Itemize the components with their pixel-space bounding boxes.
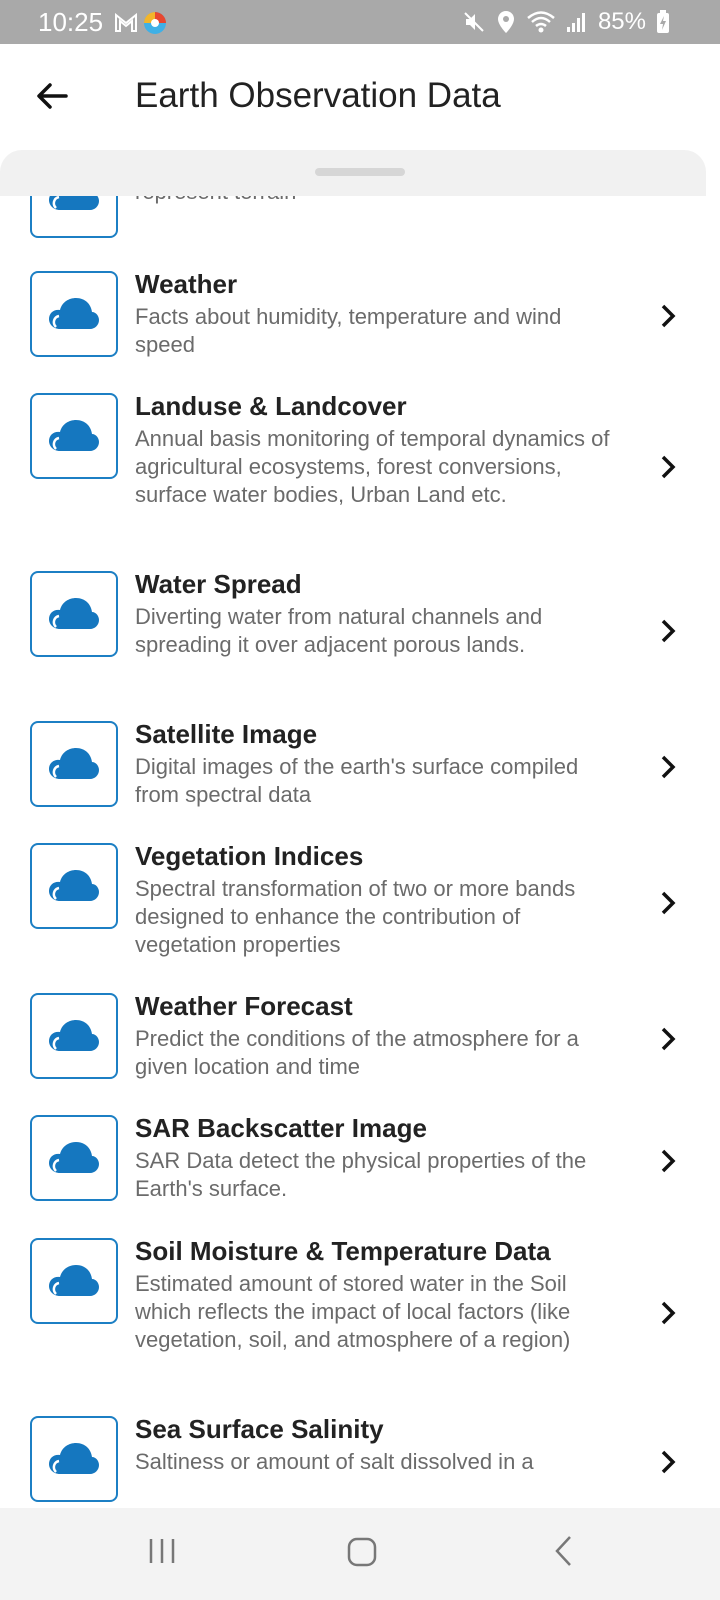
home-icon[interactable]: [346, 1536, 378, 1568]
icon-container: [30, 571, 118, 657]
cloud-icon: [49, 298, 99, 329]
wifi-icon: [527, 11, 555, 33]
icon-container: [30, 271, 118, 357]
drag-handle[interactable]: [315, 168, 405, 176]
location-icon: [497, 11, 514, 33]
system-status: 85%: [462, 8, 670, 36]
icon-container: [30, 993, 118, 1079]
item-description: Estimated amount of stored water in the …: [135, 1271, 571, 1352]
status-bar: 10:25 85%: [0, 0, 720, 44]
bottom-sheet-header: [0, 150, 706, 196]
app-notification-icon: [144, 12, 166, 34]
cloud-icon: [49, 748, 99, 779]
notification-icons: [114, 10, 168, 36]
chevron-right-icon: [661, 1301, 676, 1325]
chevron-right-icon: [661, 455, 676, 479]
icon-container: [30, 1238, 118, 1324]
cloud-icon: [49, 420, 99, 451]
item-title: Water Spread: [135, 569, 302, 599]
icon-container: [30, 393, 118, 479]
gmail-icon: [115, 13, 137, 32]
chevron-right-icon: [661, 1149, 676, 1173]
chevron-right-icon: [661, 755, 676, 779]
chevron-right-icon: [661, 1027, 676, 1051]
battery-charging-icon: [657, 10, 669, 33]
item-description: Digital images of the earth's surface co…: [135, 754, 579, 807]
item-description: Facts about humidity, temperature and wi…: [135, 304, 562, 357]
item-description: Predict the conditions of the atmosphere…: [135, 1026, 579, 1079]
cloud-icon: [49, 870, 99, 901]
status-time: 10:25: [38, 7, 104, 37]
item-title: Vegetation Indices: [135, 841, 364, 871]
cloud-icon: [49, 1020, 99, 1051]
chevron-right-icon: [661, 304, 676, 328]
mute-icon: [464, 12, 484, 32]
chevron-right-icon: [661, 619, 676, 643]
icon-container: [30, 843, 118, 929]
item-description: Graphics representation of elevation dat…: [135, 196, 625, 206]
back-arrow-icon[interactable]: [34, 78, 70, 114]
item-title: Weather: [135, 269, 238, 299]
icon-container: [30, 1416, 118, 1502]
cloud-icon: [49, 1443, 99, 1474]
icon-container: [30, 1115, 118, 1201]
item-description: Diverting water from natural channels an…: [135, 604, 543, 657]
item-description: Annual basis monitoring of temporal dyna…: [135, 426, 610, 507]
icon-container: [30, 196, 118, 238]
battery-percent: 85%: [597, 8, 646, 35]
cloud-icon: [49, 1142, 99, 1173]
system-nav-bar: [0, 1508, 720, 1600]
item-title: Satellite Image: [135, 719, 318, 749]
chevron-right-icon: [661, 1450, 676, 1474]
cloud-icon: [49, 196, 99, 210]
item-description: Spectral transformation of two or more b…: [135, 876, 576, 957]
recent-apps-icon[interactable]: [147, 1536, 177, 1566]
page-title: Earth Observation Data: [135, 76, 501, 115]
item-description: SAR Data detect the physical properties …: [135, 1148, 587, 1201]
back-nav-icon[interactable]: [552, 1534, 576, 1568]
app-header: Earth Observation Data: [0, 44, 720, 148]
item-title: Weather Forecast: [135, 991, 353, 1021]
data-list: Graphics representation of elevation dat…: [0, 196, 720, 1508]
chevron-right-icon: [661, 891, 676, 915]
icon-container: [30, 721, 118, 807]
cloud-icon: [49, 598, 99, 629]
cloud-icon: [49, 1265, 99, 1296]
item-title: Landuse & Landcover: [135, 391, 407, 421]
signal-icon: [566, 13, 585, 32]
item-title: Soil Moisture & Temperature Data: [135, 1236, 551, 1266]
item-title: Sea Surface Salinity: [135, 1414, 384, 1444]
item-description: Saltiness or amount of salt dissolved in…: [135, 1449, 534, 1474]
item-title: SAR Backscatter Image: [135, 1113, 427, 1143]
